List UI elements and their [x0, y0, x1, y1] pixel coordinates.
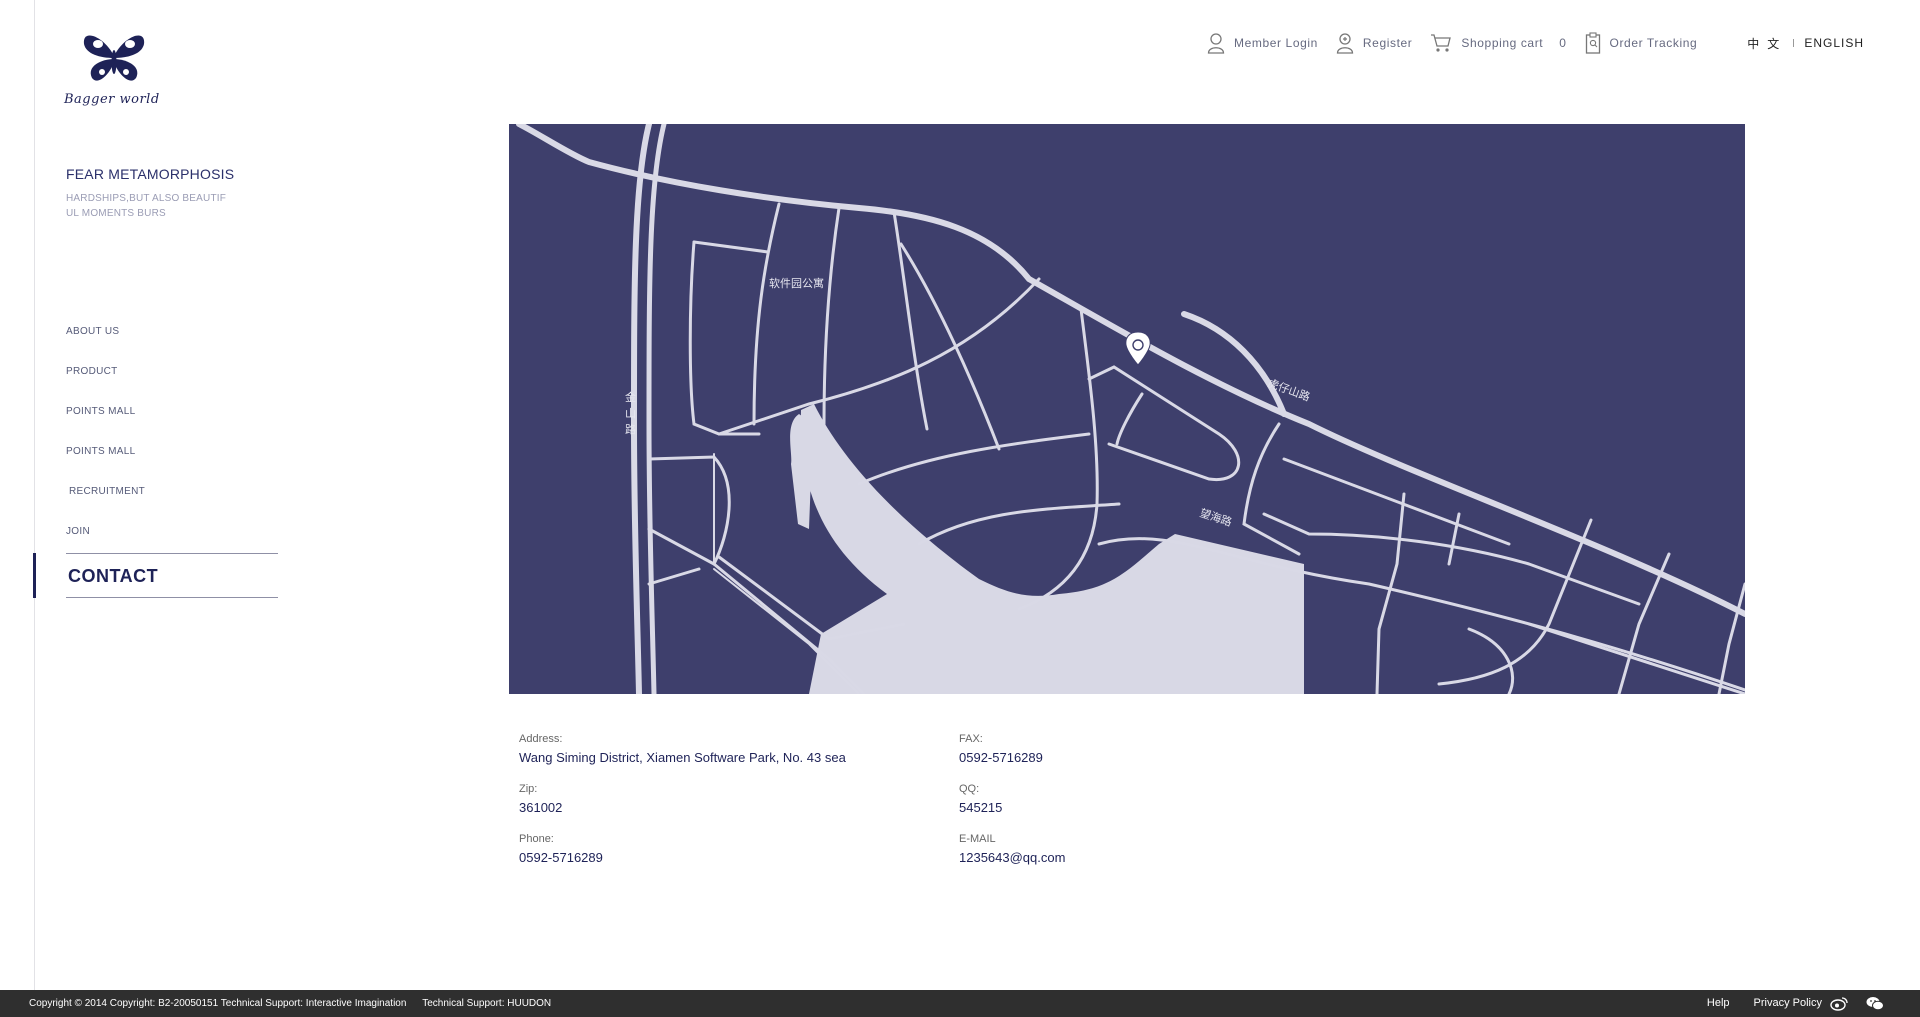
zip-label: Zip: [519, 783, 538, 795]
map-label: 软件园公寓 [769, 276, 824, 290]
language-english-option[interactable]: ENGLISH [1804, 36, 1864, 50]
location-map[interactable]: 软件园公寓 金 山 路 虎仔山路 望海路 [509, 124, 1745, 694]
footer: Copyright © 2014 Copyright: B2-20050151 … [0, 990, 1920, 1017]
map-road [752, 202, 781, 426]
location-pin-icon[interactable] [1125, 331, 1151, 366]
tagline-subtitle-line: HARDSHIPS,BUT ALSO BEAUTIF [66, 193, 227, 204]
language-switcher: 中文 ENGLISH [1747, 35, 1864, 52]
map-road [1617, 552, 1671, 694]
left-divider [34, 0, 35, 990]
member-login-link[interactable]: Member Login [1207, 32, 1318, 54]
map-road [1115, 392, 1144, 446]
nav-item-contact[interactable]: CONTACT [66, 553, 278, 598]
shopping-cart-link[interactable]: Shopping cart 0 [1430, 33, 1566, 53]
map-road [857, 432, 1091, 486]
map-road [1375, 492, 1406, 694]
user-add-icon [1336, 33, 1354, 54]
order-tracking-link[interactable]: Order Tracking [1585, 32, 1698, 54]
map-road [717, 277, 1041, 436]
top-bar: Member Login Register Shopping cart 0 Or… [1189, 28, 1864, 58]
nav-item-contact-label: CONTACT [68, 566, 159, 586]
tagline-subtitle: HARDSHIPS,BUT ALSO BEAUTIF UL MOMENTS BU… [66, 191, 236, 221]
zip-value: 361002 [519, 800, 563, 815]
map-road [516, 124, 1745, 617]
address-value: Wang Siming District, Xiamen Software Pa… [519, 750, 846, 765]
map-label: 山 [625, 407, 636, 420]
footer-social [1830, 996, 1884, 1014]
weibo-icon[interactable] [1830, 996, 1848, 1014]
map-label: 金 [625, 390, 636, 404]
map-road [1017, 307, 1099, 611]
butterfly-logo-icon [83, 35, 145, 81]
map-road [646, 124, 667, 694]
map-water-area [800, 404, 1304, 694]
language-chinese-option[interactable]: 中文 [1747, 35, 1787, 52]
map-road [892, 210, 929, 431]
qq-label: QQ: [959, 783, 980, 795]
shopping-cart-icon [1431, 34, 1452, 52]
email-value[interactable]: 1235643@qq.com [959, 850, 1065, 883]
contact-column-left: Address: Wang Siming District, Xiamen So… [519, 733, 846, 883]
member-login-label: Member Login [1234, 36, 1318, 50]
brand-logo[interactable]: Bagger world [64, 26, 164, 110]
map-road [647, 455, 731, 566]
privacy-policy-link[interactable]: Privacy Policy [1754, 997, 1822, 1009]
map-road [822, 206, 841, 426]
map-road [692, 240, 770, 254]
map-road [1242, 422, 1301, 556]
register-link[interactable]: Register [1336, 32, 1412, 54]
wechat-icon[interactable] [1866, 996, 1884, 1014]
map-road [647, 527, 716, 566]
qq-value: 545215 [959, 800, 1003, 815]
nav-item-about-us[interactable]: ABOUT US [66, 322, 278, 362]
map-label: 路 [625, 423, 636, 436]
technical-support-text: Technical Support: HUUDON [422, 998, 552, 1009]
help-link[interactable]: Help [1707, 997, 1730, 1009]
fax-value: 0592-5716289 [959, 750, 1043, 765]
map-road [1282, 457, 1511, 546]
map-label: 虎仔山路 [1266, 377, 1312, 404]
register-label: Register [1362, 36, 1413, 50]
clipboard-search-icon [1585, 32, 1600, 54]
language-separator [1793, 39, 1795, 47]
tagline-subtitle-line: UL MOMENTS BURS [66, 208, 166, 219]
order-tracking-label: Order Tracking [1609, 36, 1698, 50]
cart-count-badge: 0 [1559, 36, 1567, 50]
fax-label: FAX: [959, 733, 983, 745]
nav-item-recruitment[interactable]: RECRUITMENT [66, 482, 278, 522]
contact-column-right: FAX: 0592-5716289 QQ: 545215 E-MAIL 1235… [959, 733, 1065, 883]
map-road [688, 240, 761, 436]
tagline-title: FEAR METAMORPHOSIS [66, 166, 235, 182]
nav-item-points-mall-2[interactable]: POINTS MALL [66, 442, 278, 482]
map-road [647, 567, 701, 586]
shopping-cart-label: Shopping cart [1461, 36, 1544, 50]
footer-links: Help Privacy Policy [1683, 997, 1822, 1009]
phone-label: Phone: [519, 833, 554, 845]
user-icon [1207, 33, 1225, 54]
footer-copyright: Copyright © 2014 Copyright: B2-20050151 … [29, 998, 551, 1009]
nav-item-product[interactable]: PRODUCT [66, 362, 278, 402]
contact-info: Address: Wang Siming District, Xiamen So… [519, 733, 1419, 883]
map-water-area [790, 414, 813, 529]
map-road [1437, 518, 1593, 686]
map-road [1181, 311, 1287, 417]
map-road [917, 502, 1121, 546]
nav-active-indicator [33, 553, 36, 598]
copyright-text: Copyright © 2014 Copyright: B2-20050151 … [29, 998, 407, 1009]
address-label: Address: [519, 733, 563, 745]
side-nav: ABOUT US PRODUCT POINTS MALL POINTS MALL… [66, 322, 278, 562]
map-road [1467, 627, 1515, 694]
map-canvas: 软件园公寓 金 山 路 虎仔山路 望海路 [516, 124, 1745, 694]
map-road [899, 242, 1001, 451]
nav-item-points-mall[interactable]: POINTS MALL [66, 402, 278, 442]
email-label: E-MAIL [959, 833, 996, 845]
logo-wordmark: Bagger world [64, 92, 160, 107]
map-label: 望海路 [1198, 506, 1234, 530]
phone-value: 0592-5716289 [519, 850, 603, 865]
